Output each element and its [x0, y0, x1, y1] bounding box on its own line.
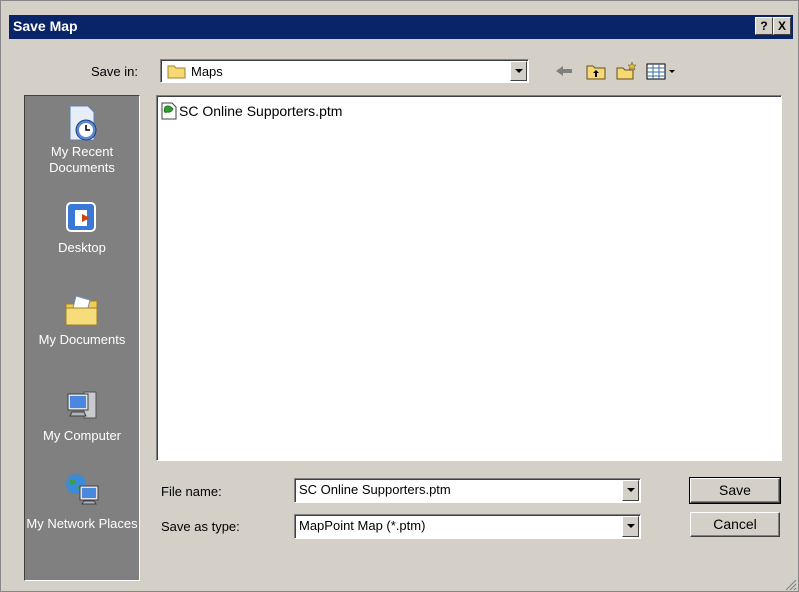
- chevron-down-icon[interactable]: [622, 480, 639, 501]
- file-name-value: SC Online Supporters.ptm: [299, 482, 451, 497]
- folder-icon: [167, 65, 186, 79]
- places-bar: My Recent Documents Desktop My Documents…: [24, 95, 140, 581]
- desktop-icon: [64, 200, 100, 236]
- save-map-dialog: Save Map ? X Save in: Maps My Recent Doc…: [0, 0, 799, 592]
- file-name: SC Online Supporters.ptm: [179, 103, 343, 119]
- place-label: My Computer: [42, 428, 122, 443]
- place-label: My Network Places: [26, 516, 138, 531]
- save-in-dropdown[interactable]: Maps: [160, 59, 529, 83]
- back-icon[interactable]: [553, 61, 575, 81]
- place-desktop[interactable]: Desktop: [25, 200, 139, 256]
- chevron-down-icon[interactable]: [510, 61, 527, 81]
- place-label: My Documents: [38, 332, 126, 347]
- save-type-value: MapPoint Map (*.ptm): [299, 518, 426, 533]
- recent-documents-icon: [64, 104, 100, 141]
- save-button[interactable]: Save: [689, 477, 781, 504]
- cancel-button[interactable]: Cancel: [690, 512, 780, 537]
- file-list[interactable]: SC Online Supporters.ptm: [156, 95, 782, 461]
- list-item[interactable]: SC Online Supporters.ptm: [161, 102, 342, 120]
- view-menu-icon[interactable]: [645, 61, 679, 81]
- place-my-computer[interactable]: My Computer: [25, 388, 139, 444]
- title-bar[interactable]: Save Map ? X: [9, 15, 793, 39]
- save-in-value: Maps: [191, 63, 223, 79]
- place-my-network-places[interactable]: My Network Places: [25, 472, 139, 532]
- new-folder-icon[interactable]: [615, 61, 637, 81]
- place-my-recent-documents[interactable]: My Recent Documents: [25, 104, 139, 176]
- place-my-documents[interactable]: My Documents: [25, 292, 139, 348]
- resize-grip-icon[interactable]: [783, 577, 797, 591]
- save-in-label: Save in:: [91, 64, 138, 79]
- up-folder-icon[interactable]: [585, 61, 607, 81]
- chevron-down-icon[interactable]: [622, 516, 639, 537]
- my-documents-icon: [64, 292, 100, 328]
- ptm-file-icon: [161, 102, 177, 120]
- file-name-field[interactable]: SC Online Supporters.ptm: [294, 478, 641, 503]
- network-places-icon: [64, 472, 100, 508]
- save-type-dropdown[interactable]: MapPoint Map (*.ptm): [294, 514, 641, 539]
- file-name-label: File name:: [161, 484, 222, 499]
- window-title: Save Map: [13, 18, 78, 34]
- save-type-label: Save as type:: [161, 519, 240, 534]
- place-label: My Recent Documents: [49, 144, 115, 175]
- place-label: Desktop: [58, 240, 106, 255]
- help-button[interactable]: ?: [755, 17, 773, 35]
- my-computer-icon: [64, 388, 100, 424]
- close-button[interactable]: X: [773, 17, 791, 35]
